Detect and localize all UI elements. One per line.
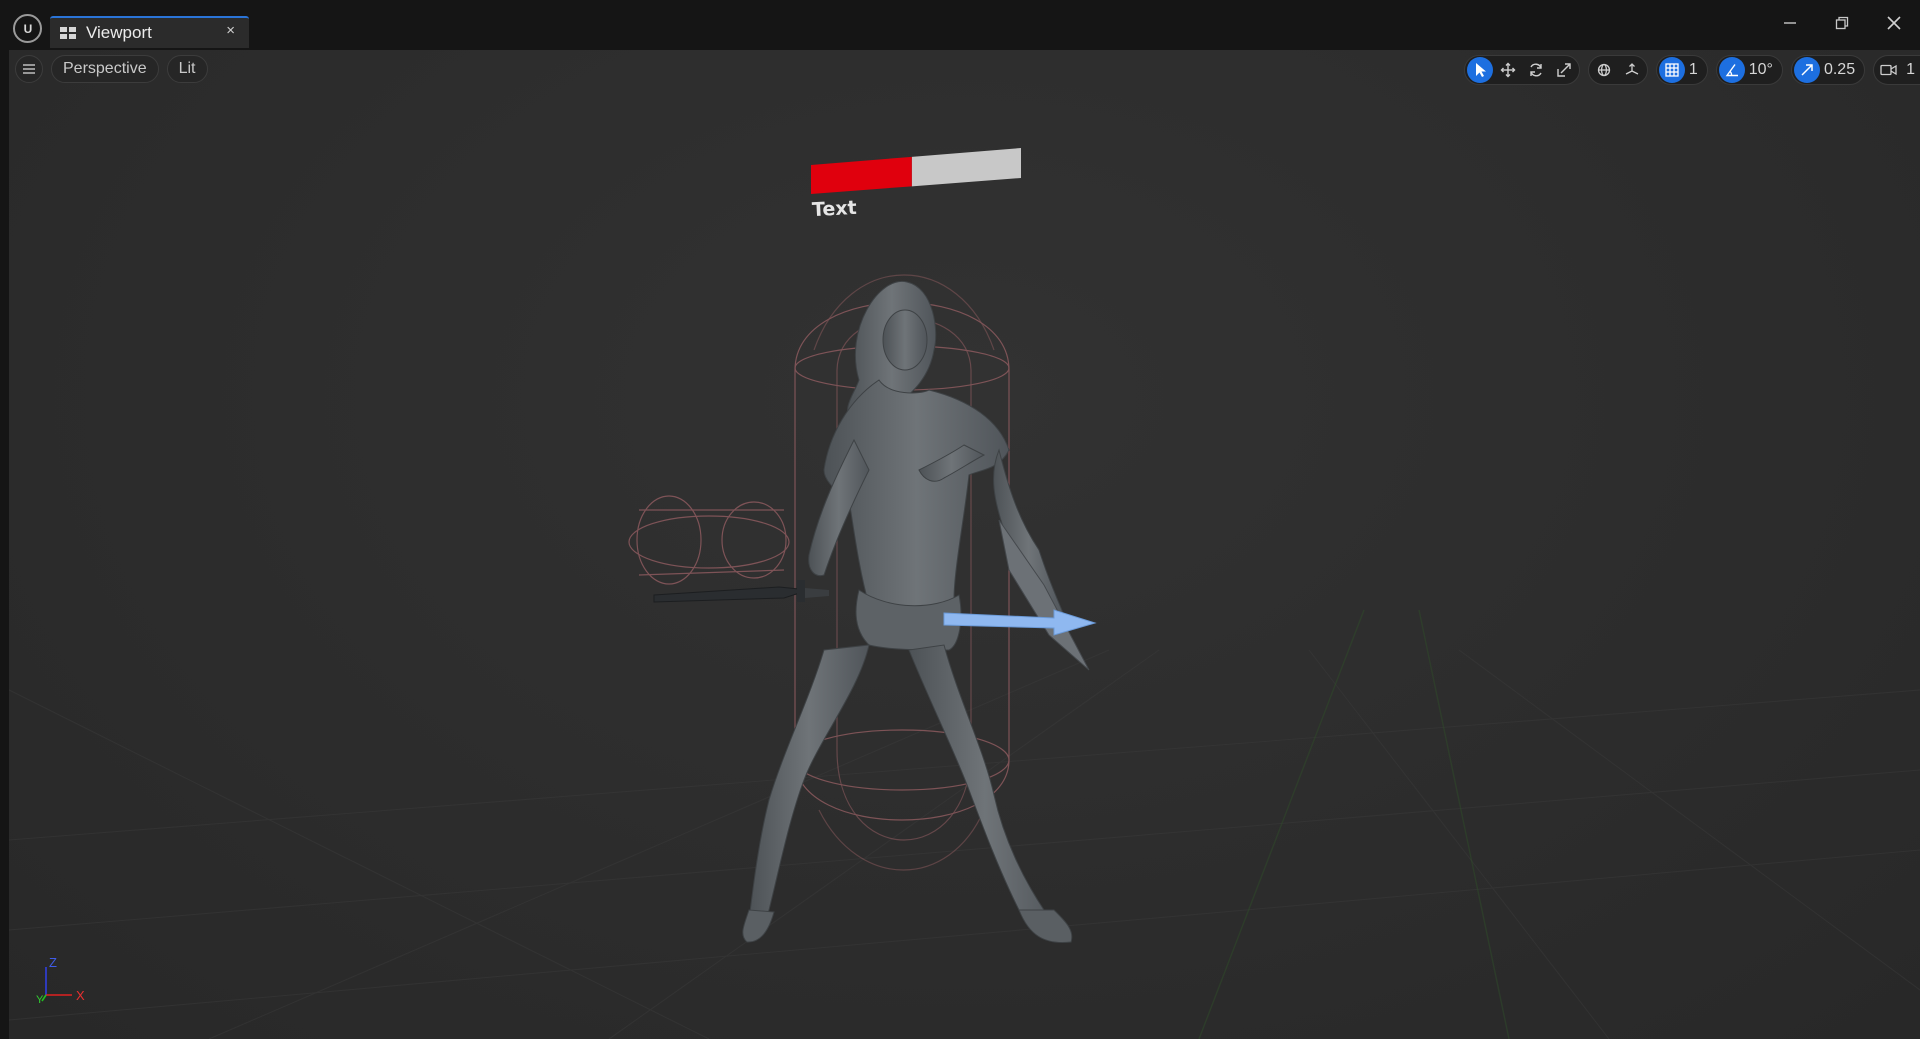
axis-z-label: Z xyxy=(49,955,57,970)
sword-collision xyxy=(628,495,790,585)
window-controls xyxy=(1764,8,1920,38)
tab-close-button[interactable]: × xyxy=(226,22,235,39)
tab-viewport[interactable]: Viewport × xyxy=(50,16,249,48)
unreal-logo-icon[interactable]: U xyxy=(13,14,42,43)
dagger-mesh xyxy=(998,519,1090,671)
minimize-button[interactable] xyxy=(1764,8,1816,38)
logo-text: U xyxy=(23,21,33,36)
viewport-tab-icon xyxy=(60,27,76,39)
restore-icon xyxy=(1835,16,1849,30)
axis-y-label: Y xyxy=(36,994,44,1005)
axis-gizmo: Z Y X xyxy=(36,955,85,1005)
character-scene[interactable] xyxy=(9,50,1920,1039)
title-bar: U Viewport × xyxy=(0,0,1920,50)
arrow-component[interactable] xyxy=(943,609,1097,636)
axis-x-label: X xyxy=(76,988,85,1003)
minimize-icon xyxy=(1784,22,1796,24)
close-icon xyxy=(1887,16,1901,30)
viewport-canvas[interactable]: Perspective Lit 1 10° 0.25 1 Text Z Y X xyxy=(9,50,1920,1039)
tab-label: Viewport xyxy=(86,23,152,42)
close-window-button[interactable] xyxy=(1868,8,1920,38)
sword-mesh xyxy=(653,580,829,603)
character-mesh xyxy=(742,280,1073,944)
restore-button[interactable] xyxy=(1816,8,1868,38)
